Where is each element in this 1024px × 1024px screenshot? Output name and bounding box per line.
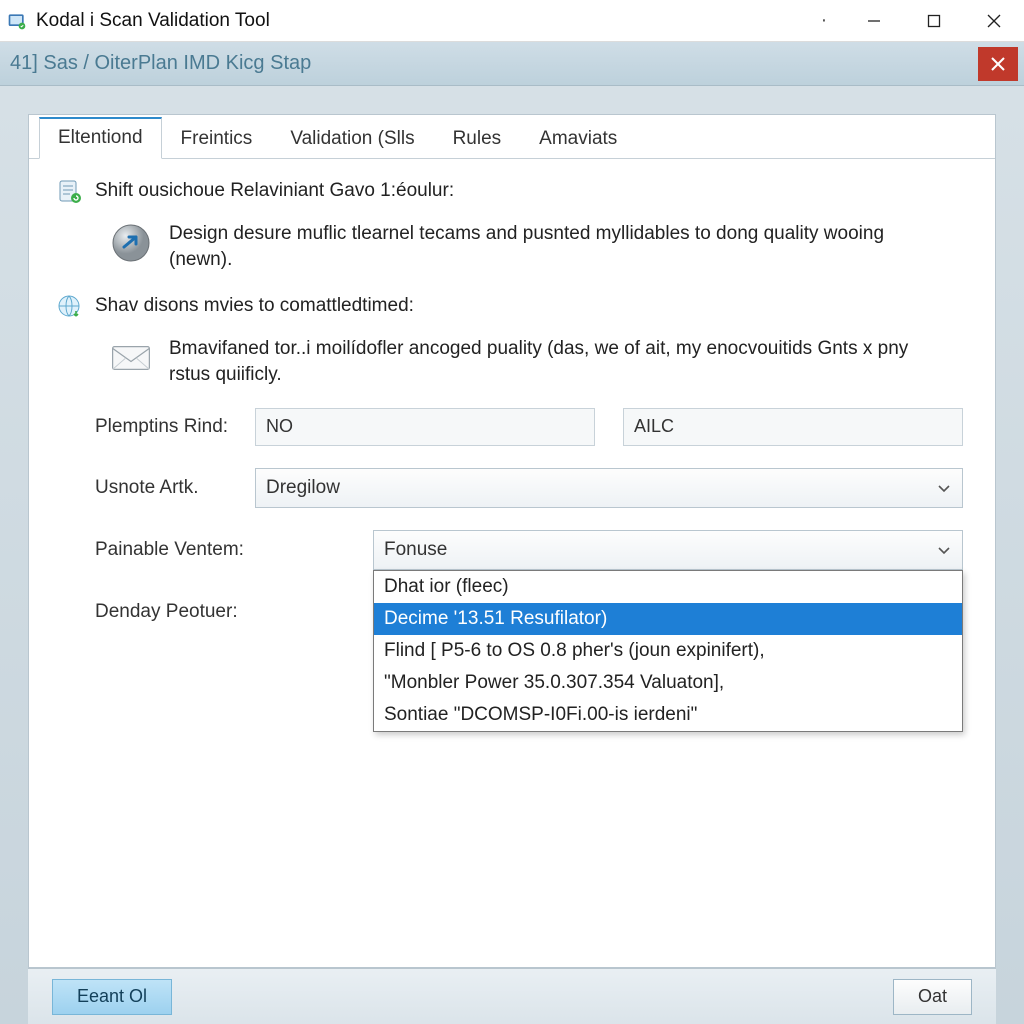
globe-download-icon bbox=[55, 292, 85, 322]
tab-eltentiond[interactable]: Eltentiond bbox=[39, 117, 162, 159]
maximize-button[interactable] bbox=[904, 0, 964, 42]
section2-description-block: Bmavifaned tor..i moilídofler ancoged pu… bbox=[109, 336, 969, 387]
dropdown-list: Dhat ior (fleec) Decime '13.51 Resufilat… bbox=[373, 570, 963, 732]
panel-body: Shift ousichoue Relaviniant Gavo 1:éoulu… bbox=[29, 159, 995, 680]
tab-freintics[interactable]: Freintics bbox=[162, 119, 272, 159]
bottom-bar: Eeant Ol Oat bbox=[28, 968, 996, 1024]
select-painable-wrap: Fonuse Dhat ior (fleec) Decime '13.51 Re… bbox=[255, 530, 963, 570]
subheader-close-button[interactable] bbox=[978, 47, 1018, 81]
main-panel: Eltentiond Freintics Validation (Slls Ru… bbox=[28, 114, 996, 968]
section2-description: Bmavifaned tor..i moilídofler ancoged pu… bbox=[169, 336, 949, 387]
chevron-down-icon bbox=[936, 480, 952, 496]
form: Plemptins Rind: Usnote Artk. Dregilow Pa… bbox=[55, 408, 969, 632]
subheader: 41͏] Sas / OiterPlan IMD Kicg Stap bbox=[0, 42, 1024, 86]
section1-heading: Shift ousichoue Relaviniant Gavo 1:éoulu… bbox=[95, 177, 454, 202]
secondary-action-button[interactable]: Oat bbox=[893, 979, 972, 1015]
label-painable: Painable Ventem: bbox=[55, 539, 255, 561]
content-area: Eltentiond Freintics Validation (Slls Ru… bbox=[0, 86, 1024, 1024]
input-plemptins-1[interactable] bbox=[255, 408, 595, 446]
select-painable-value: Fonuse bbox=[384, 539, 447, 561]
dropdown-option-selected[interactable]: Decime '13.51 Resufilator) bbox=[374, 603, 962, 635]
section1-description: Design desure muflic tlearnel tecams and… bbox=[169, 221, 949, 272]
select-painable[interactable]: Fonuse bbox=[373, 530, 963, 570]
titlebar-separator-dot: · bbox=[804, 9, 844, 32]
app-window: Kodal i Scan Validation Tool · 41͏] Sas … bbox=[0, 0, 1024, 1024]
form-row-plemptins: Plemptins Rind: bbox=[55, 408, 969, 446]
label-denday: Denday Peotuer: bbox=[55, 601, 255, 623]
section2-heading: Shav disons mvies to comattledtimed: bbox=[95, 292, 414, 317]
chevron-down-icon bbox=[936, 542, 952, 558]
dropdown-option[interactable]: Sontiae "DCOMSP-I0Fi.00-is ierdeni" bbox=[374, 699, 962, 731]
arrow-circle-icon bbox=[109, 221, 153, 265]
dropdown-option[interactable]: "Monbler Power 35.0.307.354 Valuaton], bbox=[374, 667, 962, 699]
dropdown-option[interactable]: Dhat ior (fleec) bbox=[374, 571, 962, 603]
titlebar: Kodal i Scan Validation Tool · bbox=[0, 0, 1024, 42]
section2-heading-row: Shav disons mvies to comattledtimed: bbox=[55, 292, 969, 322]
form-row-painable: Painable Ventem: Fonuse Dhat ior (fleec)… bbox=[55, 530, 969, 570]
select-usnote-value: Dregilow bbox=[266, 477, 340, 499]
label-plemptins: Plemptins Rind: bbox=[55, 416, 255, 438]
close-button[interactable] bbox=[964, 0, 1024, 42]
section1-heading-row: Shift ousichoue Relaviniant Gavo 1:éoulu… bbox=[55, 177, 969, 207]
section1-description-block: Design desure muflic tlearnel tecams and… bbox=[109, 221, 969, 272]
tab-rules[interactable]: Rules bbox=[434, 119, 521, 159]
envelope-icon bbox=[109, 336, 153, 380]
primary-action-button[interactable]: Eeant Ol bbox=[52, 979, 172, 1015]
page-refresh-icon bbox=[55, 177, 85, 207]
input-plemptins-2[interactable] bbox=[623, 408, 963, 446]
dropdown-option[interactable]: Flind [ P5-6 to OS 0.8 pher's (joun expi… bbox=[374, 635, 962, 667]
tab-validation[interactable]: Validation (Slls bbox=[271, 119, 433, 159]
tab-amaviats[interactable]: Amaviats bbox=[520, 119, 636, 159]
breadcrumb: 41͏] Sas / OiterPlan IMD Kicg Stap bbox=[10, 52, 311, 75]
form-row-usnote: Usnote Artk. Dregilow bbox=[55, 468, 969, 508]
select-usnote[interactable]: Dregilow bbox=[255, 468, 963, 508]
minimize-button[interactable] bbox=[844, 0, 904, 42]
tab-strip: Eltentiond Freintics Validation (Slls Ru… bbox=[29, 115, 995, 159]
label-usnote: Usnote Artk. bbox=[55, 477, 255, 499]
window-title: Kodal i Scan Validation Tool bbox=[36, 10, 270, 32]
app-icon bbox=[6, 10, 28, 32]
